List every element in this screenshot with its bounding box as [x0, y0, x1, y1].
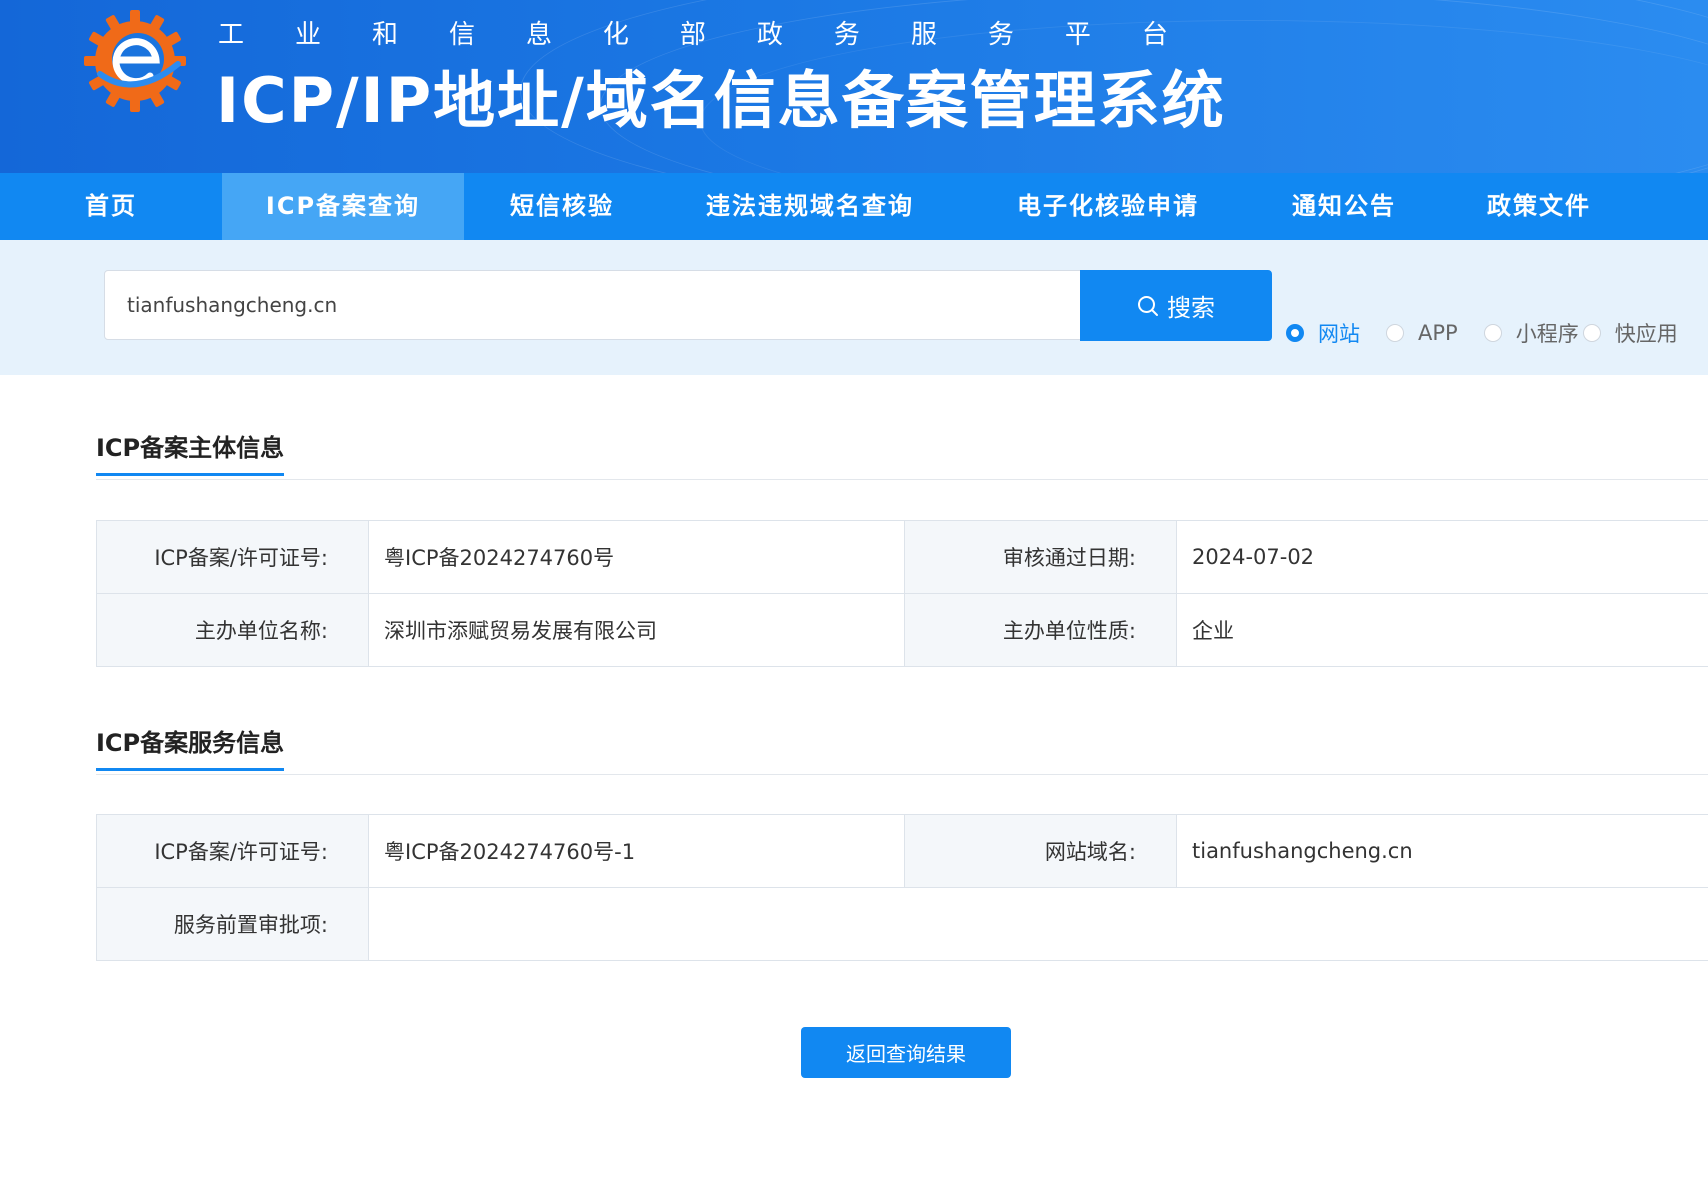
- radio-label: 网站: [1318, 322, 1360, 346]
- emblem-gear-e-icon: [84, 10, 186, 112]
- search-field-wrapper: [104, 270, 1081, 340]
- service-license-value: 粤ICP备2024274760号-1: [368, 814, 905, 888]
- radio-label: 小程序: [1515, 322, 1579, 346]
- nav-item-notices[interactable]: 通知公告: [1256, 173, 1432, 240]
- back-to-results-button[interactable]: 返回查询结果: [801, 1027, 1011, 1078]
- service-license-label: ICP备案/许可证号:: [96, 814, 369, 888]
- radio-website[interactable]: 网站: [1286, 318, 1360, 348]
- nav-item-policy-docs[interactable]: 政策文件: [1432, 173, 1646, 240]
- search-input[interactable]: [105, 271, 1080, 339]
- org-name-value: 深圳市添赋贸易发展有限公司: [368, 593, 905, 667]
- pre-approval-value: [368, 887, 1708, 961]
- org-name-label: 主办单位名称:: [96, 593, 369, 667]
- nav-item-illegal-domain-query[interactable]: 违法违规域名查询: [660, 173, 960, 240]
- subtitle-char: 台: [1141, 20, 1168, 50]
- subtitle-char: 和: [371, 20, 398, 50]
- subtitle-char: 化: [602, 20, 629, 50]
- nav-item-home[interactable]: 首页: [0, 173, 222, 240]
- radio-dot: [1286, 324, 1304, 342]
- search-panel: 搜索 网站 APP 小程序 快应用: [0, 240, 1708, 375]
- subtitle-char: 信: [448, 20, 475, 50]
- section-title-service: ICP备案服务信息: [96, 723, 285, 771]
- org-type-label: 主办单位性质:: [904, 593, 1177, 667]
- banner-subtitle: 工业和信息化部政务服务平台: [218, 14, 1168, 51]
- radio-app[interactable]: APP: [1386, 321, 1458, 345]
- search-button[interactable]: 搜索: [1080, 270, 1272, 341]
- radio-dot: [1386, 324, 1404, 342]
- table-row: 服务前置审批项:: [96, 887, 1708, 961]
- radio-label: APP: [1418, 321, 1458, 345]
- domain-value: tianfushangcheng.cn: [1176, 814, 1708, 888]
- subtitle-char: 业: [294, 20, 321, 50]
- subtitle-char: 政: [756, 20, 783, 50]
- approve-date-label: 审核通过日期:: [904, 520, 1177, 594]
- section-divider: [96, 774, 1708, 775]
- system-title: ICP/IP地址/域名信息备案管理系统: [216, 64, 1226, 137]
- domain-label: 网站域名:: [904, 814, 1177, 888]
- search-button-label: 搜索: [1167, 294, 1215, 322]
- header-banner: 工 业 和 信 息 化 部 政 务 服 务 平 台 ICP/IP地址/域名信息备案管理系统: [0, 0, 1708, 173]
- radio-mini-program[interactable]: 小程序: [1483, 318, 1579, 348]
- table-row: ICP备案/许可证号: 粤ICP备2024274760号 审核通过日期: 202…: [96, 520, 1708, 594]
- org-type-value: 企业: [1176, 593, 1708, 667]
- section-title-underline: [96, 473, 285, 476]
- search-type-group: 网站 APP 小程序 快应用: [1286, 318, 1678, 348]
- license-label: ICP备案/许可证号:: [96, 520, 369, 594]
- section-title-text: ICP备案主体信息: [96, 434, 285, 462]
- subtitle-char: 务: [987, 20, 1014, 50]
- section-divider: [96, 479, 1708, 480]
- section-title-underline: [96, 768, 285, 771]
- service-info-table: ICP备案/许可证号: 粤ICP备2024274760号-1 网站域名: tia…: [96, 814, 1708, 961]
- nav-item-icp-query[interactable]: ICP备案查询: [222, 173, 464, 240]
- table-row: ICP备案/许可证号: 粤ICP备2024274760号-1 网站域名: tia…: [96, 814, 1708, 888]
- license-value: 粤ICP备2024274760号: [368, 520, 905, 594]
- nav-item-sms-verify[interactable]: 短信核验: [464, 173, 660, 240]
- radio-dot: [1582, 324, 1601, 342]
- radio-dot: [1483, 324, 1502, 342]
- subtitle-char: 平: [1064, 20, 1091, 50]
- radio-label: 快应用: [1614, 322, 1678, 346]
- subtitle-char: 服: [910, 20, 937, 50]
- section-title-text: ICP备案服务信息: [96, 729, 285, 757]
- main-nav: 首页 ICP备案查询 短信核验 违法违规域名查询 电子化核验申请 通知公告 政策…: [0, 173, 1708, 240]
- pre-approval-label: 服务前置审批项:: [96, 887, 369, 961]
- section-title-subject: ICP备案主体信息: [96, 428, 285, 476]
- subtitle-char: 务: [833, 20, 860, 50]
- subtitle-char: 部: [679, 20, 706, 50]
- search-icon: [1138, 295, 1158, 316]
- approve-date-value: 2024-07-02: [1176, 520, 1708, 594]
- subtitle-char: 息: [525, 20, 552, 50]
- nav-item-e-verify-apply[interactable]: 电子化核验申请: [960, 173, 1256, 240]
- subject-info-table: ICP备案/许可证号: 粤ICP备2024274760号 审核通过日期: 202…: [96, 520, 1708, 667]
- subtitle-char: 工: [218, 20, 245, 50]
- table-row: 主办单位名称: 深圳市添赋贸易发展有限公司 主办单位性质: 企业: [96, 593, 1708, 667]
- radio-quick-app[interactable]: 快应用: [1582, 318, 1678, 348]
